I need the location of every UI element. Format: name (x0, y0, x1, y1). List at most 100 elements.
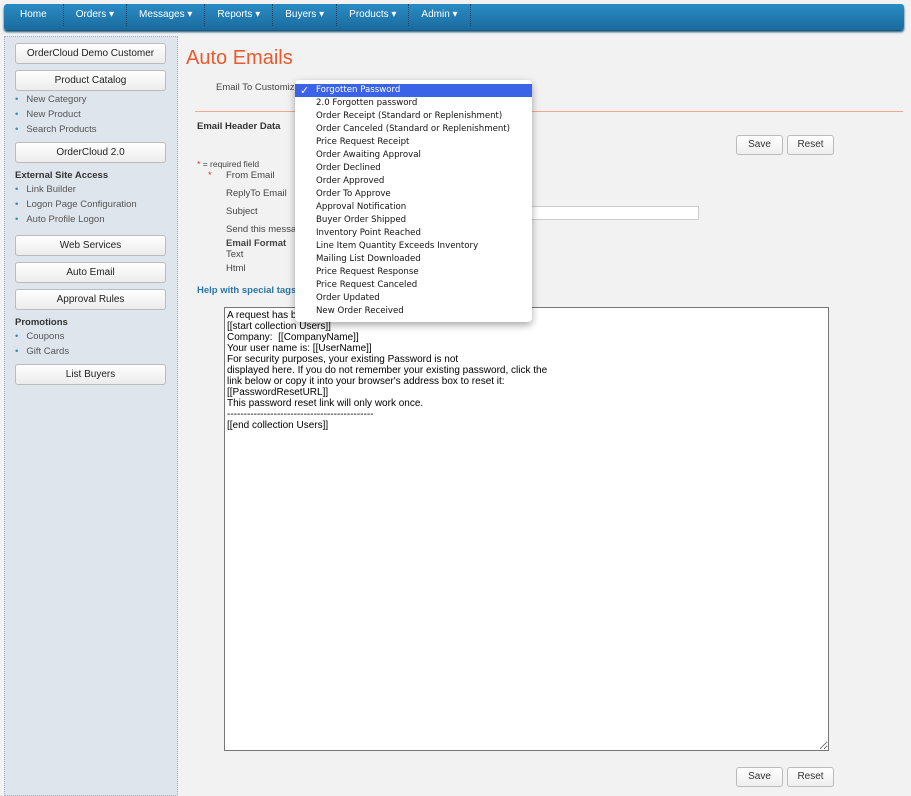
dropdown-option[interactable]: Price Request Canceled (295, 279, 532, 292)
nav-products[interactable]: Products ▾ (337, 4, 410, 26)
nav-buyers[interactable]: Buyers ▾ (273, 4, 338, 26)
checkmark-icon: ✓ (300, 84, 310, 97)
option-label: Order Approved (316, 176, 385, 186)
dropdown-option[interactable]: Order Declined (295, 162, 532, 175)
dropdown-option[interactable]: Price Request Response (295, 266, 532, 279)
dropdown-option[interactable]: Order Receipt (Standard or Replenishment… (295, 110, 532, 123)
bullet-icon: • (15, 214, 19, 225)
dropdown-option[interactable]: Inventory Point Reached (295, 227, 532, 240)
link-search-products[interactable]: • Search Products (15, 124, 177, 136)
option-label: Order Canceled (Standard or Replenishmen… (316, 124, 511, 134)
from-email-label: From Email (226, 170, 275, 181)
demo-customer-button[interactable]: OrderCloud Demo Customer (15, 43, 166, 64)
save-button-top[interactable]: Save (736, 135, 783, 155)
link-label: Auto Profile Logon (26, 214, 105, 225)
dropdown-option[interactable]: Order Approved (295, 175, 532, 188)
link-gift-cards[interactable]: • Gift Cards (15, 346, 177, 358)
list-buyers-button[interactable]: List Buyers (15, 364, 166, 385)
email-format-label: Email Format (226, 238, 287, 249)
dropdown-option[interactable]: Order To Approve (295, 188, 532, 201)
nav-admin[interactable]: Admin ▾ (409, 4, 471, 26)
email-header-data-heading: Email Header Data (197, 121, 281, 132)
page-title: Auto Emails (186, 47, 293, 69)
option-label: Order Declined (316, 163, 381, 173)
email-body-textarea[interactable] (224, 307, 829, 751)
reset-button-bottom[interactable]: Reset (787, 767, 834, 787)
option-label: New Order Received (316, 306, 404, 316)
approval-rules-button[interactable]: Approval Rules (15, 289, 166, 310)
nav-messages[interactable]: Messages ▾ (127, 4, 206, 26)
subject-input[interactable] (530, 206, 699, 220)
dropdown-option[interactable]: Buyer Order Shipped (295, 214, 532, 227)
option-label: Order To Approve (316, 189, 391, 199)
option-label: 2.0 Forgotten password (316, 98, 418, 108)
link-label: Gift Cards (26, 346, 70, 357)
ordercloud-2-button[interactable]: OrderCloud 2.0 (15, 142, 166, 163)
bullet-icon: • (15, 331, 19, 342)
option-label: Line Item Quantity Exceeds Inventory (316, 241, 479, 251)
auto-email-button[interactable]: Auto Email (15, 262, 166, 283)
option-label: Price Request Response (316, 267, 419, 277)
link-label: New Category (26, 94, 87, 105)
option-label: Forgotten Password (316, 85, 401, 95)
dropdown-option[interactable]: Order Awaiting Approval (295, 149, 532, 162)
link-label: New Product (26, 109, 81, 120)
top-nav: Home Orders ▾ Messages ▾ Reports ▾ Buyer… (4, 4, 904, 30)
subject-label: Subject (226, 206, 258, 217)
dropdown-option[interactable]: New Order Received (295, 305, 532, 318)
required-star: * (197, 159, 201, 169)
bullet-icon: • (15, 94, 19, 105)
option-label: Mailing List Downloaded (316, 254, 421, 264)
dropdown-option[interactable]: Line Item Quantity Exceeds Inventory (295, 240, 532, 253)
option-label: Approval Notification (316, 202, 407, 212)
product-catalog-button[interactable]: Product Catalog (15, 70, 166, 91)
link-label: Link Builder (26, 184, 76, 195)
link-coupons[interactable]: • Coupons (15, 331, 177, 343)
dropdown-option[interactable]: Order Canceled (Standard or Replenishmen… (295, 123, 532, 136)
link-label: Coupons (26, 331, 65, 342)
link-logon-page-config[interactable]: • Logon Page Configuration (15, 199, 177, 211)
format-html-option[interactable]: Html (226, 263, 246, 274)
required-star: * (208, 170, 212, 181)
format-text-option[interactable]: Text (226, 249, 243, 260)
option-label: Price Request Receipt (316, 137, 410, 147)
save-button-bottom[interactable]: Save (736, 767, 783, 787)
link-link-builder[interactable]: • Link Builder (15, 184, 177, 196)
bullet-icon: • (15, 346, 19, 357)
option-label: Order Receipt (Standard or Replenishment… (316, 111, 503, 121)
nav-orders[interactable]: Orders ▾ (64, 4, 128, 26)
bullet-icon: • (15, 124, 19, 135)
sidebar: OrderCloud Demo Customer Product Catalog… (4, 36, 178, 796)
help-special-tags-link[interactable]: Help with special tags (197, 285, 296, 296)
link-new-category[interactable]: • New Category (15, 94, 177, 106)
reset-button-top[interactable]: Reset (787, 135, 834, 155)
external-site-access-heading: External Site Access (15, 170, 109, 181)
web-services-button[interactable]: Web Services (15, 235, 166, 256)
option-label: Inventory Point Reached (316, 228, 421, 238)
option-label: Buyer Order Shipped (316, 215, 407, 225)
option-label: Price Request Canceled (316, 280, 418, 290)
link-label: Logon Page Configuration (26, 199, 137, 210)
dropdown-option[interactable]: Order Updated (295, 292, 532, 305)
dropdown-option[interactable]: Price Request Receipt (295, 136, 532, 149)
dropdown-option[interactable]: 2.0 Forgotten password (295, 97, 532, 110)
reply-to-label: ReplyTo Email (226, 188, 287, 199)
bullet-icon: • (15, 184, 19, 195)
email-to-customize-label: Email To Customiz (216, 82, 295, 93)
link-label: Search Products (26, 124, 97, 135)
bullet-icon: • (15, 109, 19, 120)
option-label: Order Awaiting Approval (316, 150, 421, 160)
nav-home[interactable]: Home (4, 4, 64, 26)
email-type-dropdown[interactable]: ✓ Forgotten Password 2.0 Forgotten passwor… (295, 80, 532, 322)
required-note: = required field (202, 159, 260, 169)
option-label: Order Updated (316, 293, 380, 303)
link-auto-profile-logon[interactable]: • Auto Profile Logon (15, 214, 177, 226)
nav-reports[interactable]: Reports ▾ (205, 4, 274, 26)
bullet-icon: • (15, 199, 19, 210)
dropdown-option[interactable]: ✓ Forgotten Password (295, 84, 532, 97)
promotions-heading: Promotions (15, 317, 68, 328)
dropdown-option[interactable]: Approval Notification (295, 201, 532, 214)
dropdown-option[interactable]: Mailing List Downloaded (295, 253, 532, 266)
send-message-label: Send this messa (226, 224, 297, 235)
link-new-product[interactable]: • New Product (15, 109, 177, 121)
